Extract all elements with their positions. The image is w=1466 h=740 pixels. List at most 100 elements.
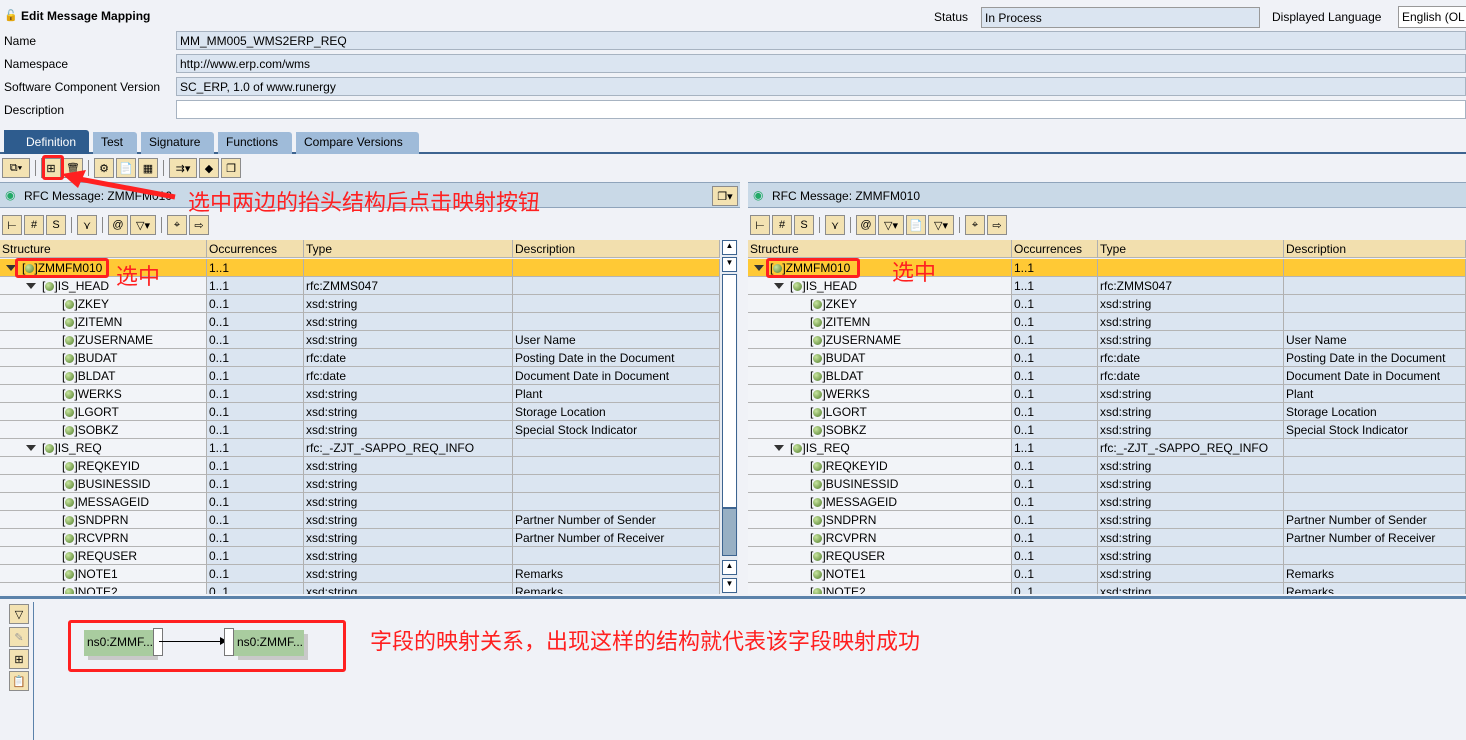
collapse-icon[interactable]: ⋎ — [825, 215, 845, 235]
attribute-icon[interactable]: @ — [856, 215, 876, 235]
table-row[interactable]: []WERKS 0..1 xsd:string Plant — [0, 385, 720, 403]
table-row[interactable]: []SOBKZ 0..1 xsd:string Special Stock Indic… — [748, 421, 1466, 439]
table-row[interactable]: []BLDAT 0..1 rfc:date Document Date in Docu… — [748, 367, 1466, 385]
column-header-occurrences[interactable]: Occurrences — [207, 240, 304, 258]
hierarchy-icon[interactable]: ⊞ — [9, 649, 29, 669]
description-field[interactable] — [176, 100, 1466, 119]
clipboard-icon[interactable]: 📋 — [9, 671, 29, 691]
find-icon[interactable]: ⌖ — [965, 215, 985, 235]
src-icon[interactable]: S — [794, 215, 814, 235]
column-header-description[interactable]: Description — [513, 240, 720, 258]
filter-icon[interactable]: ▽▾ — [928, 215, 954, 235]
structure-cell: []MESSAGEID — [0, 493, 207, 511]
table-row[interactable]: []LGORT 0..1 xsd:string Storage Location — [748, 403, 1466, 421]
table-row[interactable]: []IS_REQ 1..1 rfc:_-ZJT_-SAPPO_REQ_INFO — [748, 439, 1466, 457]
filter-icon[interactable]: ▽▾ — [878, 215, 904, 235]
expand-arrow-icon[interactable] — [26, 445, 36, 451]
table-row[interactable]: []NOTE1 0..1 xsd:string Remarks — [748, 565, 1466, 583]
language-select[interactable]: English (OL — [1398, 6, 1466, 28]
splitter[interactable] — [0, 596, 1466, 599]
table-row[interactable]: []REQUSER 0..1 xsd:string — [748, 547, 1466, 565]
collapse-icon[interactable]: ⋎ — [77, 215, 97, 235]
table-row[interactable]: []ZITEMN 0..1 xsd:string — [748, 313, 1466, 331]
table-row[interactable]: []SNDPRN 0..1 xsd:string Partner Number of … — [0, 511, 720, 529]
table-row[interactable]: []LGORT 0..1 xsd:string Storage Location — [0, 403, 720, 421]
node-bracket: [] — [810, 387, 826, 401]
table-row[interactable]: []BUDAT 0..1 rfc:date Posting Date in the D… — [0, 349, 720, 367]
node-icon — [813, 354, 823, 363]
tab-compare-versions[interactable]: Compare Versions — [296, 132, 419, 154]
table-row[interactable]: []NOTE2 0..1 xsd:string Remarks — [748, 583, 1466, 594]
scroll-down-icon[interactable]: ▼ — [722, 578, 737, 593]
table-row[interactable]: []SOBKZ 0..1 xsd:string Special Stock Indic… — [0, 421, 720, 439]
table-row[interactable]: []NOTE2 0..1 xsd:string Remarks — [0, 583, 720, 594]
expand-arrow-icon[interactable] — [26, 283, 36, 289]
column-header-description[interactable]: Description — [1284, 240, 1466, 258]
copy-icon[interactable]: ⧉▾ — [2, 158, 30, 178]
document-icon[interactable]: 📄 — [906, 215, 926, 235]
table-row[interactable]: []IS_HEAD 1..1 rfc:ZMMS047 — [0, 277, 720, 295]
table-row[interactable]: []ZUSERNAME 0..1 xsd:string User Name — [748, 331, 1466, 349]
eraser-icon[interactable]: ✎ — [9, 627, 29, 647]
table-row[interactable]: []NOTE1 0..1 xsd:string Remarks — [0, 565, 720, 583]
column-header-structure[interactable]: Structure — [0, 240, 207, 258]
table-row[interactable]: []ZKEY 0..1 xsd:string — [748, 295, 1466, 313]
filter-icon[interactable]: ▽ — [9, 604, 29, 624]
table-row[interactable]: []REQKEYID 0..1 xsd:string — [748, 457, 1466, 475]
table-row[interactable]: []RCVPRN 0..1 xsd:string Partner Number of … — [0, 529, 720, 547]
expand-arrow-icon[interactable] — [774, 445, 784, 451]
export-icon[interactable]: ⇨ — [189, 215, 209, 235]
tab-signature[interactable]: Signature — [141, 132, 214, 154]
table-row[interactable]: []WERKS 0..1 xsd:string Plant — [748, 385, 1466, 403]
find-icon[interactable]: ⌖ — [167, 215, 187, 235]
export-icon[interactable]: ⇨ — [987, 215, 1007, 235]
table-row[interactable]: []BUSINESSID 0..1 xsd:string — [0, 475, 720, 493]
expand-arrow-icon[interactable] — [774, 283, 784, 289]
tab-functions[interactable]: Functions — [218, 132, 292, 154]
name-field[interactable]: MM_MM005_WMS2ERP_REQ — [176, 31, 1466, 50]
table-row[interactable]: []MESSAGEID 0..1 xsd:string — [0, 493, 720, 511]
table-row[interactable]: []BUSINESSID 0..1 xsd:string — [748, 475, 1466, 493]
column-header-structure[interactable]: Structure — [748, 240, 1012, 258]
src-icon[interactable]: S — [46, 215, 66, 235]
table-row[interactable]: []RCVPRN 0..1 xsd:string Partner Number of … — [748, 529, 1466, 547]
table-row[interactable]: []IS_HEAD 1..1 rfc:ZMMS047 — [748, 277, 1466, 295]
node-icon — [813, 516, 823, 525]
node-bracket: [] — [810, 531, 826, 545]
column-header-type[interactable]: Type — [304, 240, 513, 258]
tab-test[interactable]: Test — [93, 132, 137, 154]
grid-icon[interactable]: # — [24, 215, 44, 235]
windows-icon[interactable]: ❐ — [221, 158, 241, 178]
table-row[interactable]: []REQKEYID 0..1 xsd:string — [0, 457, 720, 475]
table-row[interactable]: []ZUSERNAME 0..1 xsd:string User Name — [0, 331, 720, 349]
table-row[interactable]: []BLDAT 0..1 rfc:date Document Date in Docu… — [0, 367, 720, 385]
namespace-field[interactable]: http://www.erp.com/wms — [176, 54, 1466, 73]
scroll-up-icon[interactable]: ▲ — [722, 560, 737, 575]
structure-cell: []ZITEMN — [748, 313, 1012, 331]
swcv-field[interactable]: SC_ERP, 1.0 of www.runergy — [176, 77, 1466, 96]
table-row[interactable]: []ZKEY 0..1 xsd:string — [0, 295, 720, 313]
diamond-icon[interactable]: ◆ — [199, 158, 219, 178]
source-scrollbar[interactable]: ▲ ▼ ▲ ▼ — [720, 240, 738, 594]
attribute-icon[interactable]: @ — [108, 215, 128, 235]
tab-definition[interactable]: Definition — [4, 130, 89, 154]
expand-arrow-icon[interactable] — [754, 265, 764, 271]
table-row[interactable]: []SNDPRN 0..1 xsd:string Partner Number of … — [748, 511, 1466, 529]
table-row[interactable]: []IS_REQ 1..1 rfc:_-ZJT_-SAPPO_REQ_INFO — [0, 439, 720, 457]
panel-menu-icon[interactable]: ❐▾ — [712, 186, 738, 206]
table-row[interactable]: []BUDAT 0..1 rfc:date Posting Date in the D… — [748, 349, 1466, 367]
table-row[interactable]: []ZITEMN 0..1 xsd:string — [0, 313, 720, 331]
tree-icon[interactable]: ⊢ — [750, 215, 770, 235]
scroll-down-icon[interactable]: ▼ — [722, 257, 737, 272]
table-row[interactable]: []MESSAGEID 0..1 xsd:string — [748, 493, 1466, 511]
scroll-track[interactable] — [722, 274, 737, 508]
table-row[interactable]: []REQUSER 0..1 xsd:string — [0, 547, 720, 565]
filter-icon[interactable]: ▽▾ — [130, 215, 156, 235]
column-header-type[interactable]: Type — [1098, 240, 1284, 258]
scroll-up-icon[interactable]: ▲ — [722, 240, 737, 255]
tree-icon[interactable]: ⊢ — [2, 215, 22, 235]
scroll-thumb[interactable] — [722, 508, 737, 556]
grid-icon[interactable]: # — [772, 215, 792, 235]
occurrences-cell: 0..1 — [1012, 385, 1098, 403]
column-header-occurrences[interactable]: Occurrences — [1012, 240, 1098, 258]
